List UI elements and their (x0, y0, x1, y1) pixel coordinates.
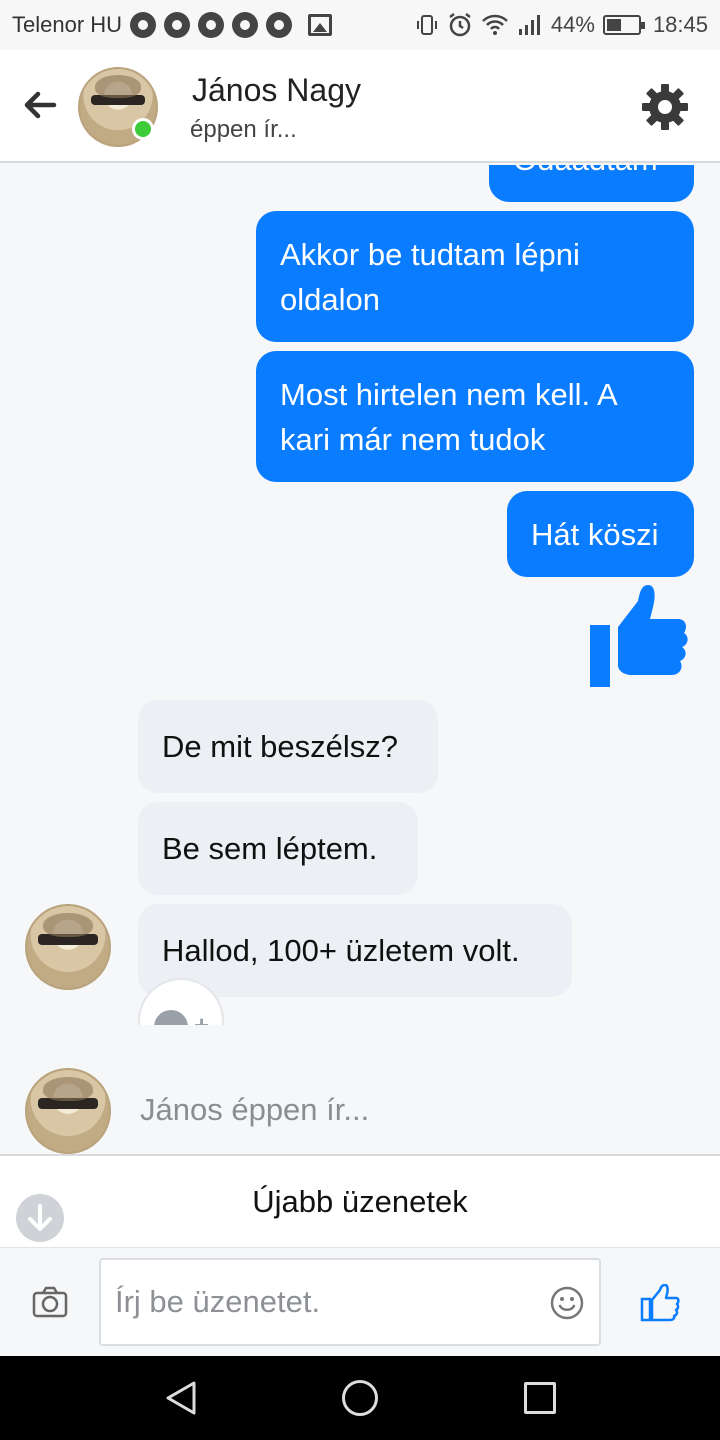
message-bubble-incoming[interactable]: Hallod, 100+ üzletem volt. (138, 904, 572, 997)
smiley-icon (154, 1010, 188, 1025)
message-bubble-outgoing[interactable]: Odaadtam (489, 165, 694, 202)
new-messages-bar[interactable]: Újabb üzenetek (0, 1154, 720, 1248)
image-icon (308, 14, 333, 36)
system-nav-bar (0, 1356, 720, 1440)
plus-icon: + (194, 1010, 210, 1025)
status-bar: Telenor HU 44% 18:45 (0, 0, 720, 50)
message-bubble-outgoing[interactable]: Most hirtelen nem kell. A kari már nem t… (256, 351, 694, 482)
chrome-icon (232, 12, 259, 38)
gear-icon[interactable] (640, 82, 690, 132)
contact-status: éppen ír... (190, 116, 297, 143)
like-icon[interactable] (640, 1284, 680, 1322)
clock: 18:45 (652, 12, 708, 37)
message-input[interactable] (99, 1258, 601, 1346)
nav-back-icon[interactable] (164, 1380, 198, 1416)
sender-avatar[interactable] (25, 904, 111, 990)
message-list[interactable]: Odaadtam Akkor be tudtam lépni oldalon M… (0, 165, 720, 1025)
typing-indicator: János éppen ír... (140, 1092, 370, 1127)
chrome-icon (198, 12, 225, 38)
message-bubble-incoming[interactable]: De mit beszélsz? (138, 700, 438, 793)
emoji-icon[interactable] (550, 1286, 584, 1320)
chrome-icon (130, 12, 157, 38)
carrier-label: Telenor HU (12, 12, 123, 37)
vibrate-icon (416, 15, 437, 35)
battery-percent: 44% (550, 12, 595, 37)
chrome-icon (266, 12, 293, 38)
camera-icon[interactable] (32, 1286, 68, 1318)
message-bubble-incoming[interactable]: Be sem léptem. (138, 802, 418, 895)
alarm-icon (449, 13, 471, 37)
nav-home-icon[interactable] (342, 1380, 378, 1416)
message-bubble-outgoing[interactable]: Akkor be tudtam lépni oldalon (256, 211, 694, 342)
contact-name[interactable]: János Nagy (192, 72, 361, 109)
nav-recent-icon[interactable] (524, 1382, 556, 1414)
notification-icons (130, 12, 333, 38)
typing-avatar (25, 1068, 111, 1154)
signal-icon (518, 15, 540, 35)
message-composer (0, 1248, 720, 1356)
online-status-dot (132, 118, 154, 140)
battery-icon (602, 15, 645, 35)
wifi-icon (482, 14, 508, 35)
chrome-icon (164, 12, 191, 38)
back-arrow-icon[interactable] (20, 85, 60, 125)
thumbs-up-icon[interactable] (586, 583, 690, 693)
message-bubble-outgoing[interactable]: Hát köszi (507, 491, 694, 577)
new-messages-label[interactable]: Újabb üzenetek (0, 1184, 720, 1220)
chat-header: János Nagy éppen ír... (0, 50, 720, 163)
